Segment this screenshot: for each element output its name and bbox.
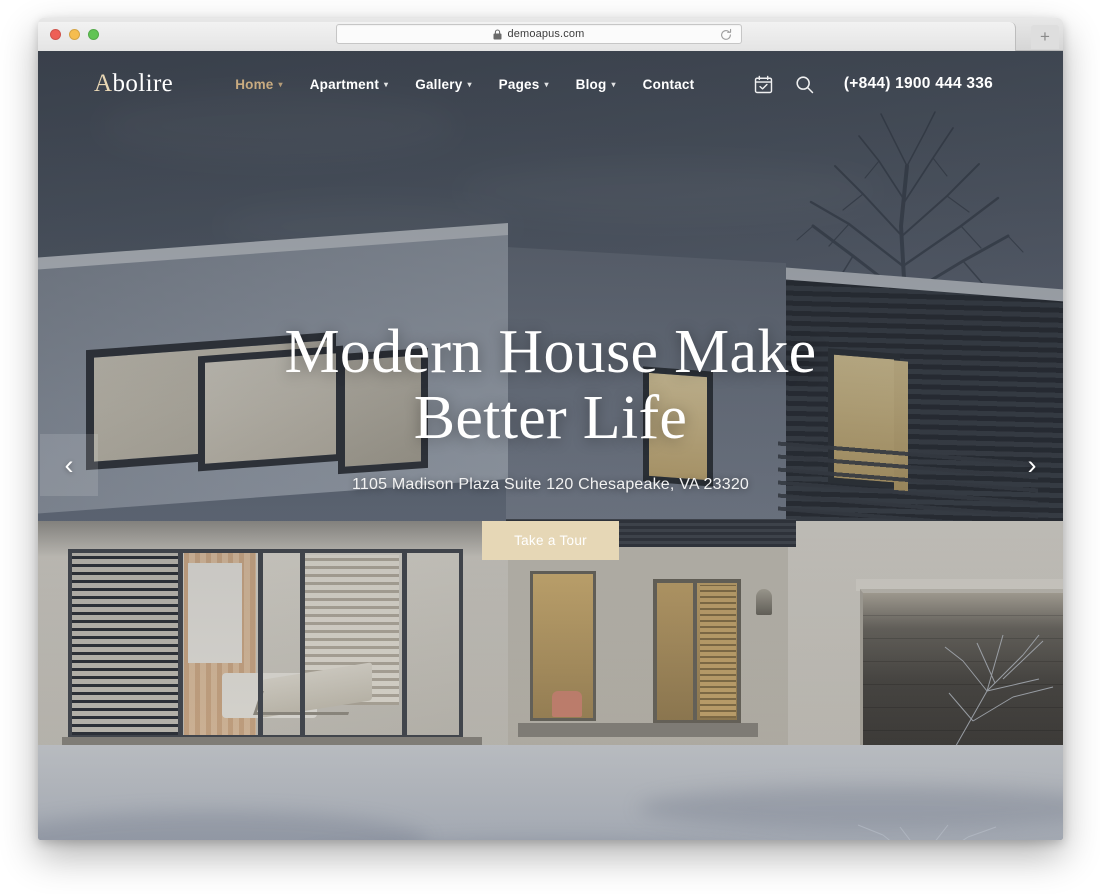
nav-label: Home <box>235 76 274 92</box>
maximize-window-button[interactable] <box>88 29 99 40</box>
minimize-window-button[interactable] <box>69 29 80 40</box>
nav-item-pages[interactable]: Pages ▾ <box>499 77 549 92</box>
logo-rest: bolire <box>112 70 174 97</box>
slider-next-button[interactable]: › <box>1003 434 1061 496</box>
chevron-down-icon: ▾ <box>278 80 283 89</box>
search-icon[interactable] <box>795 75 814 94</box>
page-viewport: Abolire Home ▾ Apartment ▾ Gallery ▾ Pag… <box>38 51 1063 840</box>
browser-window: demoapus.com + Abolire Home ▾ Apartment … <box>38 18 1063 840</box>
chevron-right-icon: › <box>1027 449 1037 480</box>
header-actions: (+844) 1900 444 336 <box>754 75 993 94</box>
chevron-down-icon: ▾ <box>467 80 472 89</box>
site-header: Abolire Home ▾ Apartment ▾ Gallery ▾ Pag… <box>38 51 1063 117</box>
nav-item-apartment[interactable]: Apartment ▾ <box>310 77 389 92</box>
close-window-button[interactable] <box>50 29 61 40</box>
hero-background-photo <box>38 51 1063 840</box>
browser-chrome: demoapus.com + <box>38 18 1063 51</box>
chevron-left-icon: ‹ <box>64 449 74 480</box>
address-bar-url: demoapus.com <box>507 28 585 40</box>
new-tab-button[interactable]: + <box>1031 25 1059 49</box>
nav-item-blog[interactable]: Blog ▾ <box>576 77 616 92</box>
calendar-check-icon[interactable] <box>754 75 773 94</box>
nav-label: Contact <box>642 76 695 92</box>
hero-dark-overlay <box>38 51 1063 840</box>
chevron-down-icon: ▾ <box>544 80 549 89</box>
nav-label: Gallery <box>415 76 463 92</box>
lock-icon <box>493 28 502 39</box>
site-logo[interactable]: Abolire <box>94 70 173 98</box>
take-a-tour-button[interactable]: Take a Tour <box>482 520 619 560</box>
nav-label: Apartment <box>309 76 380 92</box>
address-bar-content: demoapus.com <box>493 28 584 40</box>
header-phone-number[interactable]: (+844) 1900 444 336 <box>844 75 993 93</box>
main-navigation: Home ▾ Apartment ▾ Gallery ▾ Pages ▾ Blo… <box>235 77 694 92</box>
chevron-down-icon: ▾ <box>384 80 389 89</box>
nav-item-home[interactable]: Home ▾ <box>235 77 283 92</box>
nav-item-gallery[interactable]: Gallery ▾ <box>415 77 471 92</box>
reload-icon[interactable] <box>719 28 733 42</box>
address-bar[interactable]: demoapus.com <box>336 24 742 44</box>
nav-item-contact[interactable]: Contact <box>643 77 695 92</box>
nav-label: Blog <box>575 76 607 92</box>
slider-prev-button[interactable]: ‹ <box>40 434 98 496</box>
nav-label: Pages <box>498 76 540 92</box>
chevron-down-icon: ▾ <box>611 80 616 89</box>
window-traffic-lights <box>50 29 99 40</box>
logo-accent-letter: A <box>94 70 113 97</box>
